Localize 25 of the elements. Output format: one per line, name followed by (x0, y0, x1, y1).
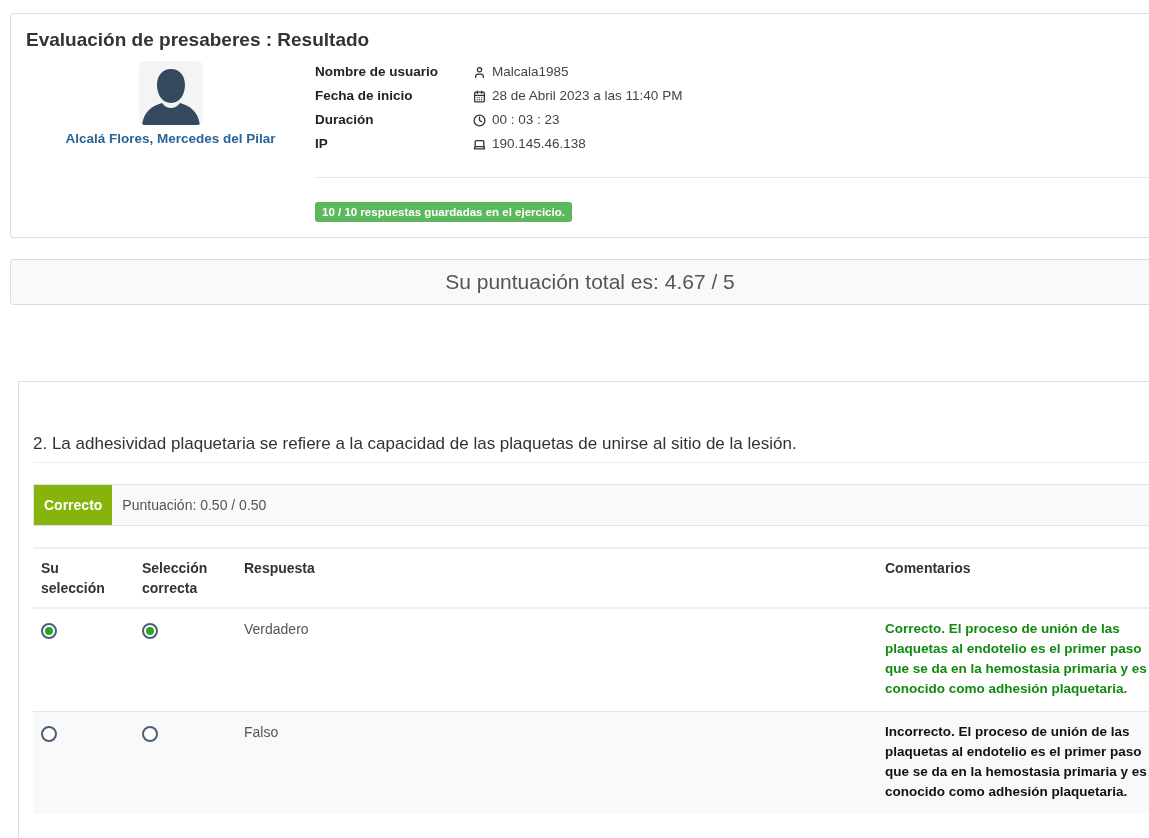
comment-cell: Incorrecto. El proceso de unión de las plaquetas al endotelio es el primer paso que se da en la hemostasia primaria y es conocido como adhesión plaquetaria. (877, 711, 1149, 814)
points-text: Puntuación: 0.50 / 0.50 (121, 496, 267, 515)
user-name-link[interactable]: Alcalá Flores, Mercedes del Pilar (65, 131, 276, 146)
user-icon (473, 65, 486, 79)
avatar (138, 61, 203, 125)
total-score-bar: Su puntuación total es: 4.67 / 5 (10, 259, 1149, 305)
detail-label: Fecha de inicio (315, 87, 414, 105)
detail-value: 190.145.46.138 (492, 135, 586, 153)
column-header: Respuesta (236, 548, 877, 608)
page-title: Evaluación de presaberes : Resultado (26, 29, 371, 51)
result-status: Correcto (34, 485, 113, 525)
answer-cell: Falso (236, 711, 877, 814)
detail-label: IP (315, 135, 329, 153)
answer-cell: Verdadero (236, 608, 877, 712)
detail-label: Nombre de usuario (315, 63, 440, 81)
clock-icon (473, 113, 486, 127)
saved-answers-badge: 10 / 10 respuestas guardadas en el ejercicio. (315, 202, 572, 222)
comment-cell: Correcto. El proceso de unión de las plaquetas al endotelio es el primer paso que se da en la hemostasia primaria y es conocido como adhesión plaquetaria. (877, 608, 1149, 712)
calendar-icon (473, 89, 486, 103)
detail-label: Duración (315, 111, 375, 129)
detail-value: 00 : 03 : 23 (492, 111, 560, 129)
detail-value: 28 de Abril 2023 a las 11:40 PM (492, 87, 683, 105)
detail-value: Malcala1985 (492, 63, 569, 81)
question-text: 2. La adhesividad plaquetaria se refiere a la capacidad de las plaquetas de unirse al sitio de la lesión. (33, 434, 1149, 463)
laptop-icon (473, 137, 486, 151)
